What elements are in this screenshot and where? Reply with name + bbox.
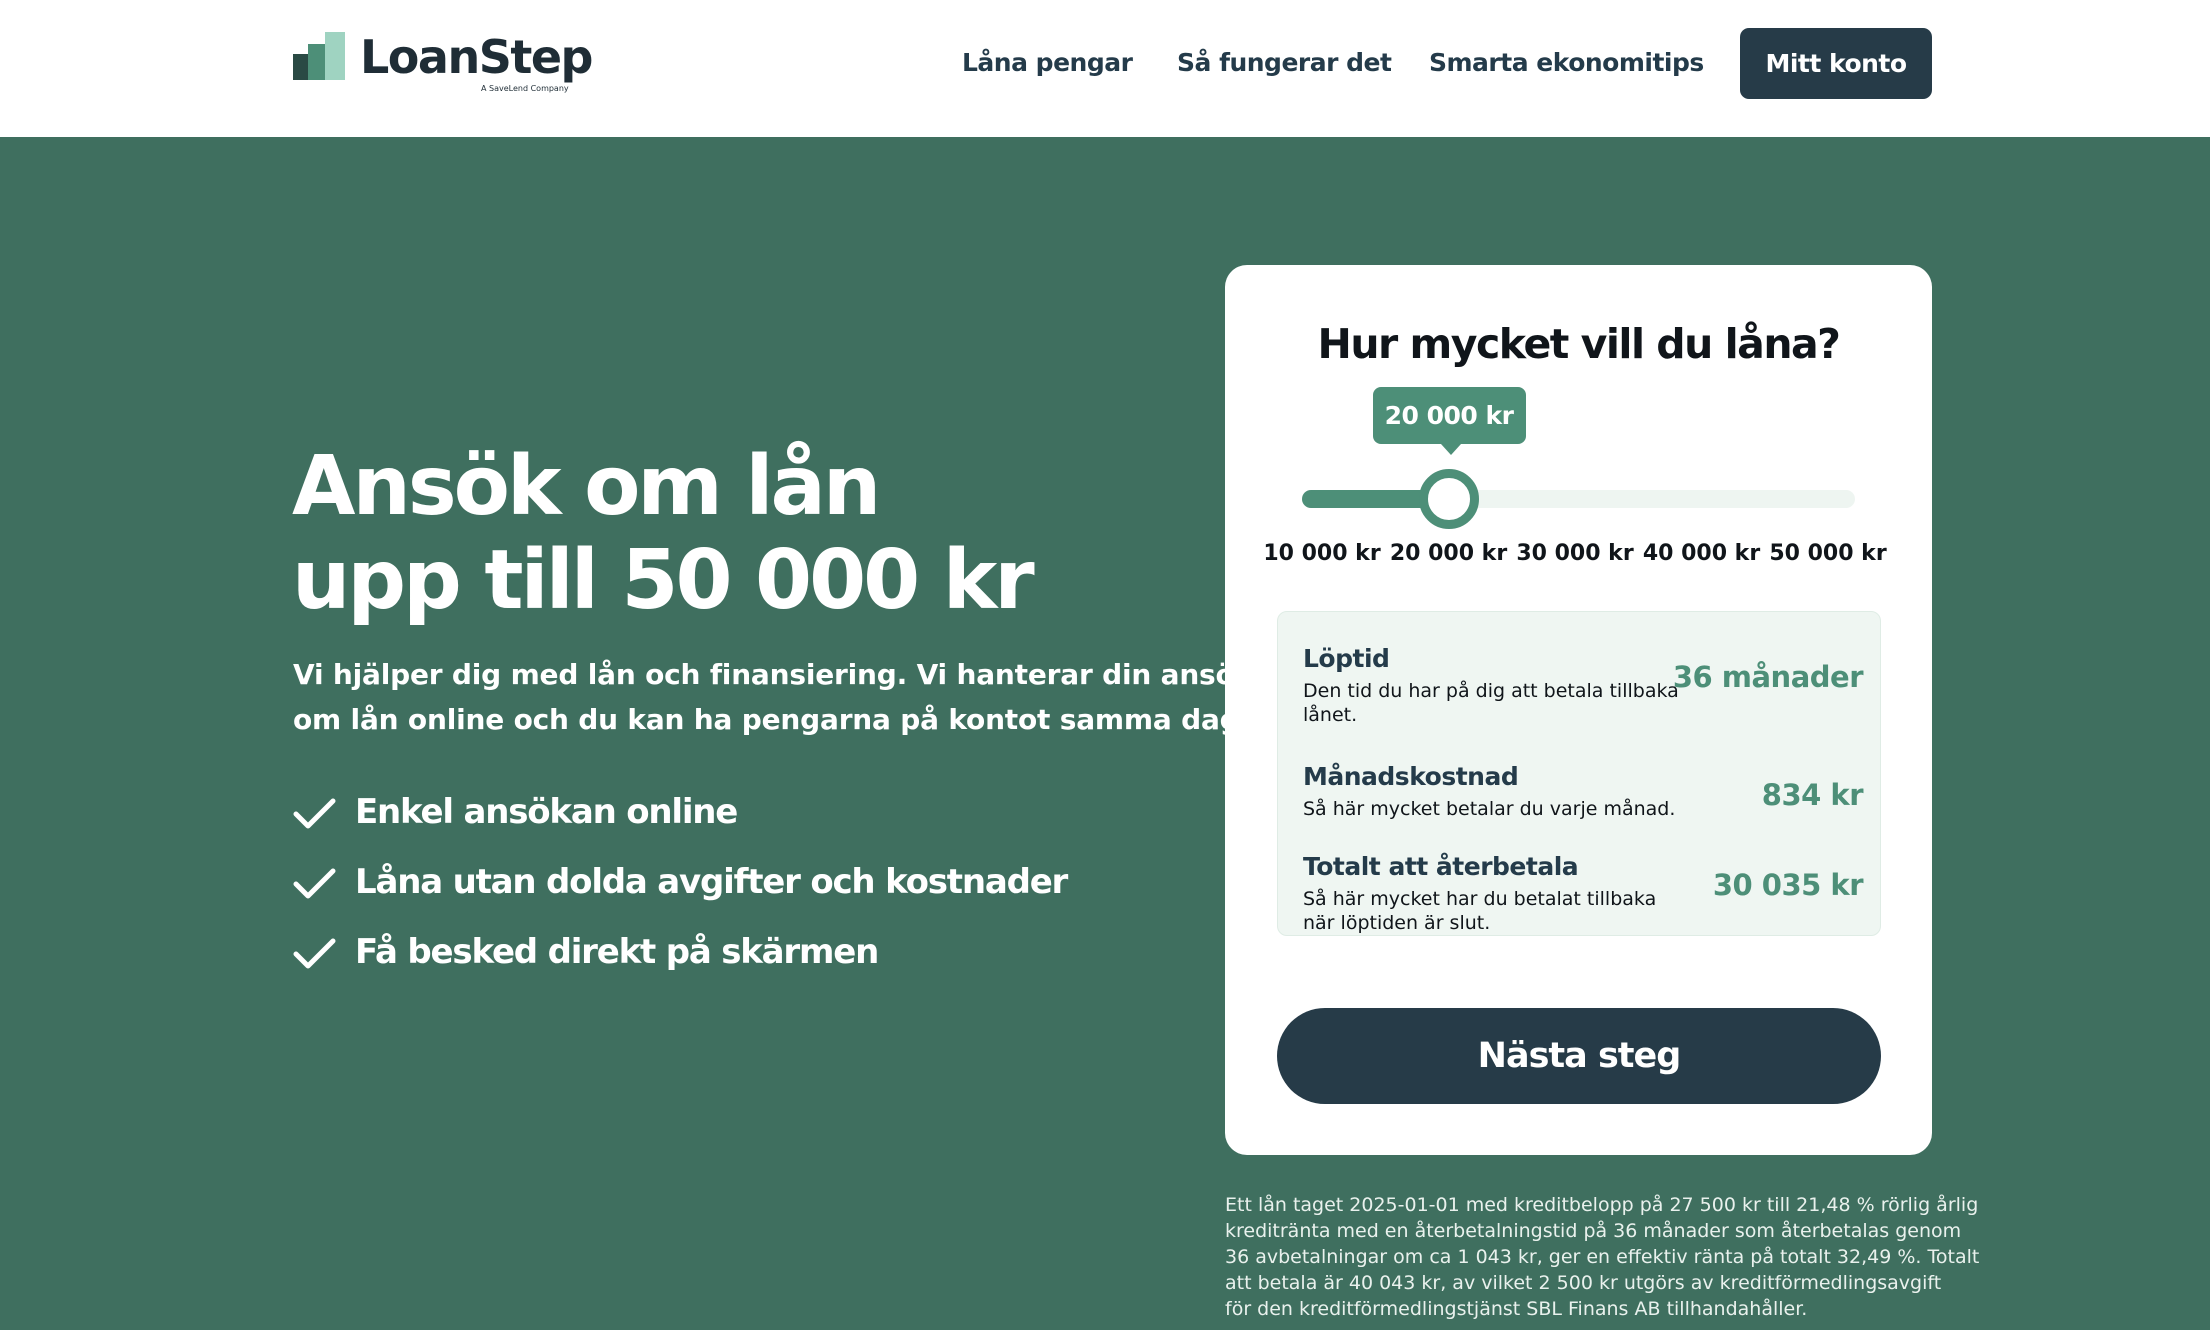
summary-value: 36 månader [1672,660,1864,694]
hero-title-line-1: Ansök om lån [292,439,881,534]
summary-description: Den tid du har på dig att betala tillbak… [1303,680,1679,726]
disclaimer-line: att betala är 40 043 kr, av vilket 2 500… [1225,1272,1942,1294]
disclaimer-line: kreditränta med en återbetalningstid på … [1225,1220,1962,1242]
summary-row-term: Löptid Den tid du har på dig att betala … [1303,644,1864,727]
feature-text: Få besked direkt på skärmen [355,932,879,972]
slider-tick-label[interactable]: 50 000 kr [1763,541,1893,566]
hero-subtitle: Vi hjälper dig med lån och finansiering.… [293,652,1292,742]
logo-mark-icon [293,32,345,80]
next-step-button[interactable]: Nästa steg [1277,1008,1881,1104]
logo-tagline: A SaveLend Company [481,84,569,93]
nav-lana-pengar[interactable]: Låna pengar [962,48,1133,77]
calculator-title: Hur mycket vill du låna? [1317,320,1841,368]
amount-slider-track[interactable] [1302,490,1855,508]
slider-tick-label[interactable]: 30 000 kr [1510,541,1640,566]
nav-sa-fungerar-det[interactable]: Så fungerar det [1177,48,1392,77]
credit-disclaimer: Ett lån taget 2025-01-01 med kreditbelop… [1225,1192,1980,1322]
slider-value-label: 20 000 kr [1384,401,1514,430]
slider-tick-label[interactable]: 10 000 kr [1257,541,1387,566]
feature-text: Enkel ansökan online [355,792,738,832]
slider-tick-label[interactable]: 20 000 kr [1384,541,1514,566]
summary-row-monthly-cost: Månadskostnad Så här mycket betalar du v… [1303,762,1864,821]
logo[interactable]: LoanStep A SaveLend Company [293,30,593,100]
summary-row-total-repay: Totalt att återbetala Så här mycket har … [1303,852,1864,935]
disclaimer-line: 36 avbetalningar om ca 1 043 kr, ger en … [1225,1246,1980,1268]
slider-value-tooltip: 20 000 kr [1372,387,1526,455]
my-account-button[interactable]: Mitt konto [1740,28,1932,99]
check-icon [293,798,336,829]
loan-calculator-card: Hur mycket vill du låna? 20 000 kr 10 00… [1225,265,1932,1155]
amount-slider-thumb[interactable] [1418,469,1479,529]
loan-summary-box: Löptid Den tid du har på dig att betala … [1277,611,1881,936]
summary-description: Så här mycket betalar du varje månad. [1303,798,1676,820]
disclaimer-line: Ett lån taget 2025-01-01 med kreditbelop… [1225,1194,1979,1216]
hero-title: Ansök om lån upp till 50 000 kr [292,440,1052,628]
slider-tick-label[interactable]: 40 000 kr [1637,541,1767,566]
feature-text: Låna utan dolda avgifter och kostnader [355,862,1068,902]
hero-subtitle-line-2: om lån online och du kan ha pengarna på … [293,703,1250,736]
site-header: LoanStep A SaveLend Company Låna pengar … [0,0,2210,137]
summary-description: Så här mycket har du betalat tillbaka nä… [1303,888,1657,934]
tooltip-arrow [1440,444,1461,455]
hero-title-line-2: upp till 50 000 kr [292,533,1035,628]
disclaimer-line: för den kreditförmedlingstjänst SBL Fina… [1225,1298,1808,1320]
nav-smarta-ekonomitips[interactable]: Smarta ekonomitips [1429,48,1704,77]
check-icon [293,938,336,969]
logo-wordmark: LoanStep [360,30,593,84]
summary-value: 834 kr [1761,778,1864,812]
summary-value: 30 035 kr [1712,868,1864,902]
hero-subtitle-line-1: Vi hjälper dig med lån och finansiering.… [293,658,1292,691]
check-icon [293,868,336,899]
